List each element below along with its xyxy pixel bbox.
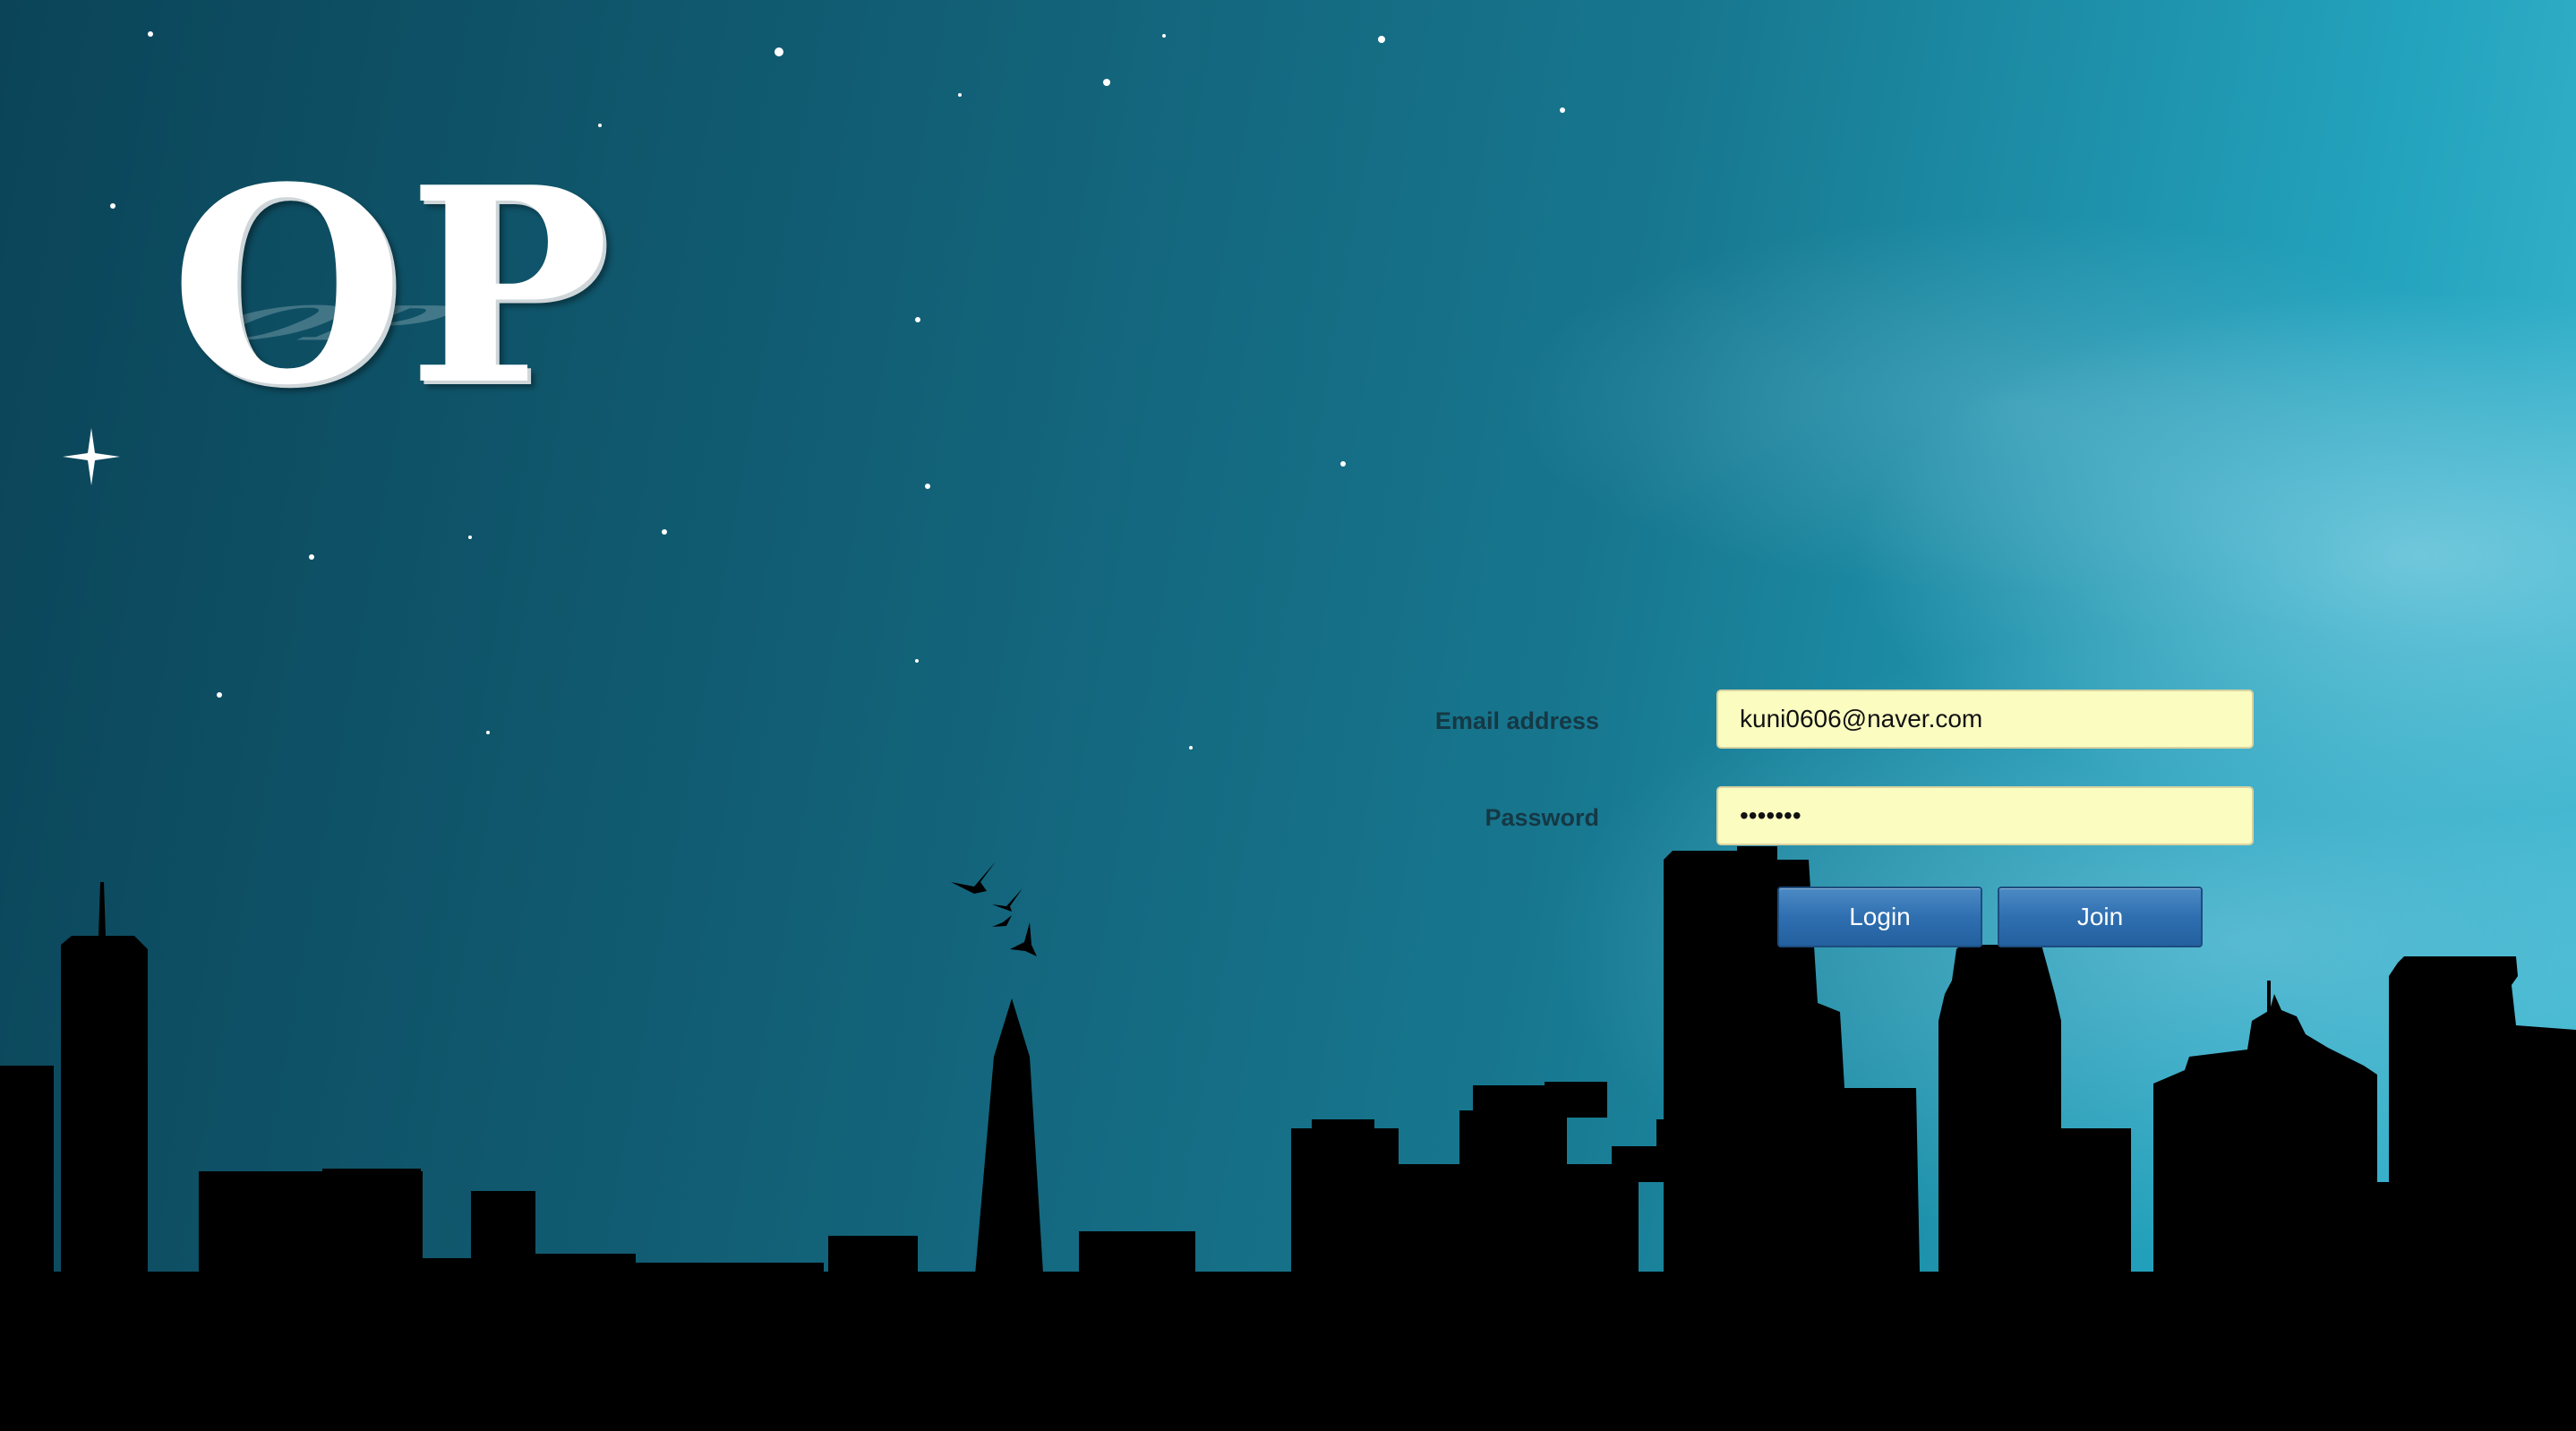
login-button[interactable]: Login xyxy=(1777,887,1982,947)
star xyxy=(1189,746,1193,750)
star xyxy=(915,317,920,322)
sparkle-star xyxy=(63,428,120,485)
star xyxy=(148,31,153,37)
email-field[interactable] xyxy=(1716,690,2254,749)
star xyxy=(1103,79,1110,86)
password-row: Password xyxy=(1485,786,2292,849)
star xyxy=(662,529,667,535)
star xyxy=(598,124,602,127)
star xyxy=(217,692,222,698)
star xyxy=(309,554,314,560)
star xyxy=(775,47,783,56)
star xyxy=(1162,34,1166,38)
password-label: Password xyxy=(1485,804,1599,831)
login-page: OP OP Email address Password Login Join xyxy=(0,0,2576,1431)
email-label: Email address xyxy=(1434,707,1599,734)
email-row: Email address xyxy=(1435,690,2292,752)
star xyxy=(468,536,472,539)
logo: OP xyxy=(170,128,613,444)
join-button[interactable]: Join xyxy=(1998,887,2203,947)
birds xyxy=(951,861,1037,956)
star xyxy=(915,659,919,663)
star xyxy=(110,203,116,209)
star xyxy=(1378,36,1385,43)
star xyxy=(958,93,962,97)
star xyxy=(486,731,490,734)
star xyxy=(1560,107,1565,113)
button-row: Login Join xyxy=(1777,887,2243,949)
password-field[interactable] xyxy=(1716,786,2254,845)
star xyxy=(1340,461,1346,467)
star xyxy=(925,484,930,489)
